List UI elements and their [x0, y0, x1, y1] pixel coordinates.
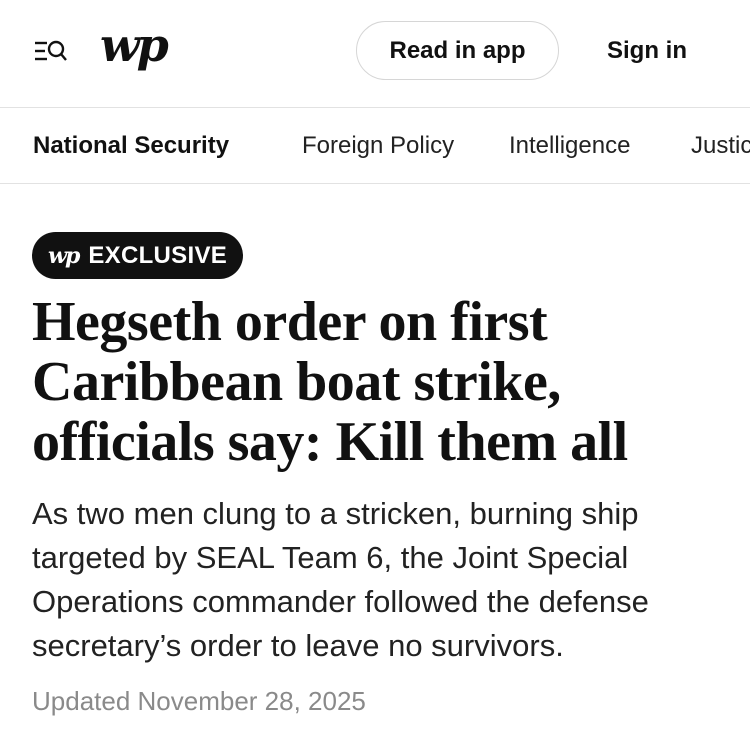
washington-post-logo[interactable]: wp [100, 22, 169, 68]
section-tab-justice[interactable]: Justic [691, 130, 750, 162]
article-dek: As two men clung to a stricken, burning … [32, 496, 649, 663]
updated-timestamp: Updated November 28, 2025 [32, 686, 366, 716]
sign-in-link[interactable]: Sign in [607, 33, 687, 69]
section-nav: National Security Foreign Policy Intelli… [0, 108, 750, 184]
top-bar: wp Read in app Sign in [0, 0, 750, 108]
article-headline: Hegseth order on first Caribbean boat st… [32, 291, 628, 473]
exclusive-label: EXCLUSIVE [88, 241, 228, 269]
exclusive-badge: wp EXCLUSIVE [32, 232, 243, 279]
menu-search-icon[interactable] [33, 36, 69, 66]
wp-badge-logo: wp [48, 242, 80, 269]
section-tab-intelligence[interactable]: Intelligence [509, 130, 630, 162]
read-in-app-button[interactable]: Read in app [356, 21, 559, 80]
section-tab-foreign-policy[interactable]: Foreign Policy [302, 130, 454, 162]
section-tab-national-security[interactable]: National Security [33, 130, 229, 162]
